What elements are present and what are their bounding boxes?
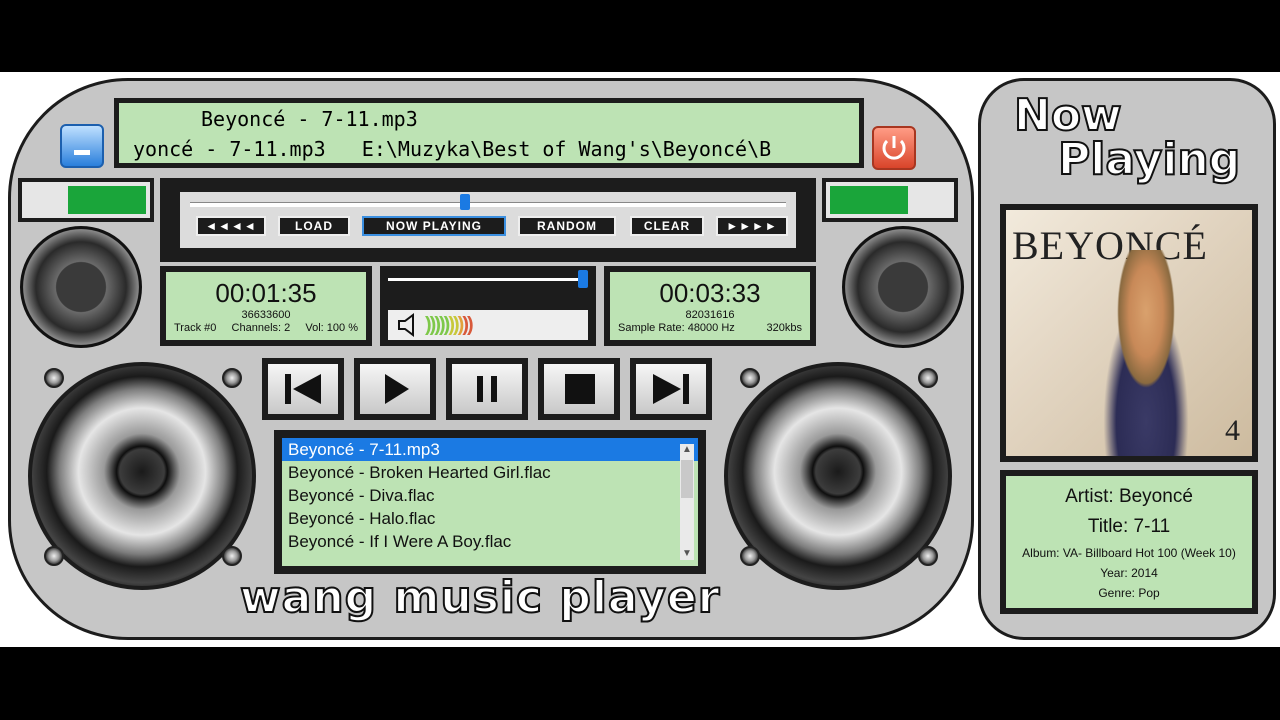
clear-button[interactable]: CLEAR <box>630 216 704 236</box>
title: Title: 7-11 <box>1087 516 1171 537</box>
total-time: 00:03:33 <box>659 278 761 308</box>
previous-icon <box>285 374 321 404</box>
elapsed-display: 00:01:35 36633600 Track #0 Channels: 2 V… <box>160 266 372 346</box>
total-bytes: 82031616 <box>685 309 735 321</box>
stop-button[interactable] <box>538 358 620 420</box>
load-button[interactable]: LOAD <box>278 216 350 236</box>
next-button[interactable] <box>630 358 712 420</box>
volume-label: Vol: 100 % <box>305 322 358 334</box>
sample-rate: Sample Rate: 48000 Hz <box>618 322 735 334</box>
save-icon <box>74 150 90 155</box>
next-icon <box>653 374 689 404</box>
play-icon <box>385 374 409 404</box>
seek-track[interactable] <box>190 202 786 207</box>
playlist-item[interactable]: Beyoncé - Broken Hearted Girl.flac <box>282 461 698 484</box>
bolt <box>740 368 760 388</box>
ticker-path: yoncé - 7-11.mp3 E:\Muzyka\Best of Wang'… <box>133 137 772 161</box>
brand-logo: wang music player <box>239 571 721 624</box>
elapsed-time: 00:01:35 <box>215 278 317 308</box>
bolt <box>918 368 938 388</box>
playlist-item[interactable]: Beyoncé - If I Were A Boy.flac <box>282 530 698 553</box>
rewind-button[interactable]: ◄◄◄◄ <box>196 216 266 236</box>
total-display: 00:03:33 82031616 Sample Rate: 48000 Hz … <box>604 266 816 346</box>
year: Year: 2014 <box>1100 566 1158 580</box>
speaker-icon <box>398 313 414 337</box>
ticker-display: Beyoncé - 7-11.mp3 yoncé - 7-11.mp3 E:\M… <box>114 98 864 168</box>
album-figure <box>1086 250 1206 456</box>
track-number: Track #0 <box>174 322 217 334</box>
forward-button[interactable]: ►►►► <box>716 216 788 236</box>
tweeter-left <box>20 226 142 348</box>
album-art: BEYONCÉ 4 <box>1000 204 1258 462</box>
now-playing-heading-2: Playing <box>1057 133 1241 186</box>
channels: Channels: 2 <box>231 322 291 334</box>
elapsed-bytes: 36633600 <box>241 309 291 321</box>
play-button[interactable] <box>354 358 436 420</box>
artist: Artist: Beyoncé <box>1065 486 1193 507</box>
bolt <box>918 546 938 566</box>
seek-thumb[interactable] <box>459 194 470 210</box>
stop-icon <box>565 374 595 404</box>
level-meter-right <box>822 178 958 222</box>
pause-button[interactable] <box>446 358 528 420</box>
volume-arcs-icon: )))))))))) <box>425 313 474 336</box>
album-number: 4 <box>1225 414 1240 447</box>
volume-track[interactable] <box>388 278 588 281</box>
ticker-title: Beyoncé - 7-11.mp3 <box>201 107 418 131</box>
bolt <box>222 368 242 388</box>
playlist-item[interactable]: Beyoncé - 7-11.mp3 <box>282 438 698 461</box>
scroll-down-icon[interactable]: ▼ <box>680 548 694 560</box>
scrollbar-thumb[interactable] <box>681 460 693 498</box>
track-info: Artist: Beyoncé Title: 7-11 Album: VA- B… <box>1000 470 1258 614</box>
genre: Genre: Pop <box>1098 586 1160 600</box>
volume-bar: )))))))))) <box>388 310 588 340</box>
tweeter-right <box>842 226 964 348</box>
bolt <box>44 368 64 388</box>
bolt <box>44 546 64 566</box>
power-icon <box>882 136 906 160</box>
volume-thumb[interactable] <box>578 270 588 288</box>
bolt <box>222 546 242 566</box>
scroll-up-icon[interactable]: ▲ <box>680 444 694 456</box>
previous-button[interactable] <box>262 358 344 420</box>
album: Album: VA- Billboard Hot 100 (Week 10) <box>1022 546 1236 560</box>
playlist-item[interactable]: Beyoncé - Diva.flac <box>282 484 698 507</box>
bolt <box>740 546 760 566</box>
playlist-scrollbar[interactable]: ▲ ▼ <box>680 444 694 560</box>
volume-panel: )))))))))) <box>380 266 596 346</box>
save-button[interactable] <box>60 124 104 168</box>
level-meter-left-fill <box>68 186 146 214</box>
playlist[interactable]: Beyoncé - 7-11.mp3 Beyoncé - Broken Hear… <box>274 430 706 574</box>
bitrate: 320kbs <box>766 322 802 334</box>
level-meter-right-fill <box>830 186 908 214</box>
power-button[interactable] <box>872 126 916 170</box>
playlist-item[interactable]: Beyoncé - Halo.flac <box>282 507 698 530</box>
now-playing-button[interactable]: NOW PLAYING <box>362 216 506 236</box>
pause-icon <box>477 376 497 402</box>
random-button[interactable]: RANDOM <box>518 216 616 236</box>
level-meter-left <box>18 178 154 222</box>
